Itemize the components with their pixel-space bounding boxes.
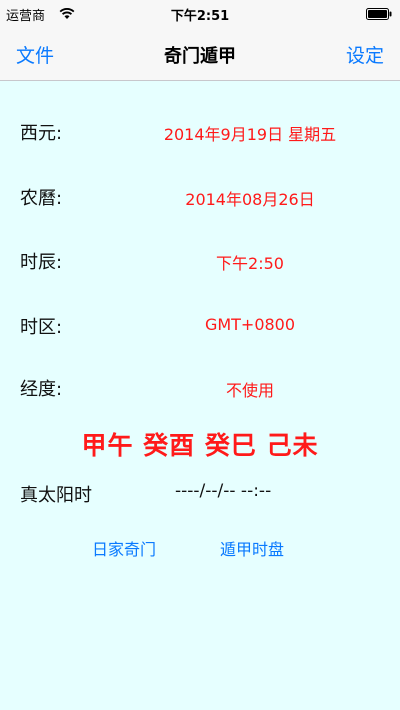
ganzhi-pillars: 甲午 癸酉 癸巳 己未 <box>81 431 319 460</box>
page-title: 奇门遁甲 <box>164 46 236 67</box>
longitude-value[interactable]: 不使用 <box>120 377 380 401</box>
lunar-label: 农曆: <box>20 188 63 209</box>
timezone-label: 时区: <box>20 317 63 338</box>
day-qimen-link[interactable]: 日家奇门 <box>92 536 156 560</box>
main-content: 西元: 2014年9月19日 星期五 农曆: 2014年08月26日 时辰: 下… <box>0 81 400 710</box>
lunar-value[interactable]: 2014年08月26日 <box>120 186 380 210</box>
true-solar-time-label: 真太阳时 <box>20 485 92 506</box>
hour-label: 时辰: <box>20 252 63 273</box>
battery-icon <box>366 8 392 20</box>
timezone-value[interactable]: GMT+0800 <box>120 315 380 334</box>
dunjia-chart-link[interactable]: 遁甲时盘 <box>220 536 284 560</box>
navigation-bar: 文件 奇门遁甲 设定 <box>0 28 400 81</box>
longitude-label: 经度: <box>20 379 63 400</box>
gregorian-label: 西元: <box>20 123 63 144</box>
gregorian-value[interactable]: 2014年9月19日 星期五 <box>120 121 380 145</box>
status-bar: 运营商 下午2:51 <box>0 0 400 28</box>
hour-value[interactable]: 下午2:50 <box>120 250 380 274</box>
status-time: 下午2:51 <box>170 9 230 24</box>
settings-button[interactable]: 设定 <box>346 41 384 68</box>
true-solar-time-value: ----/--/-- --:-- <box>175 481 272 501</box>
